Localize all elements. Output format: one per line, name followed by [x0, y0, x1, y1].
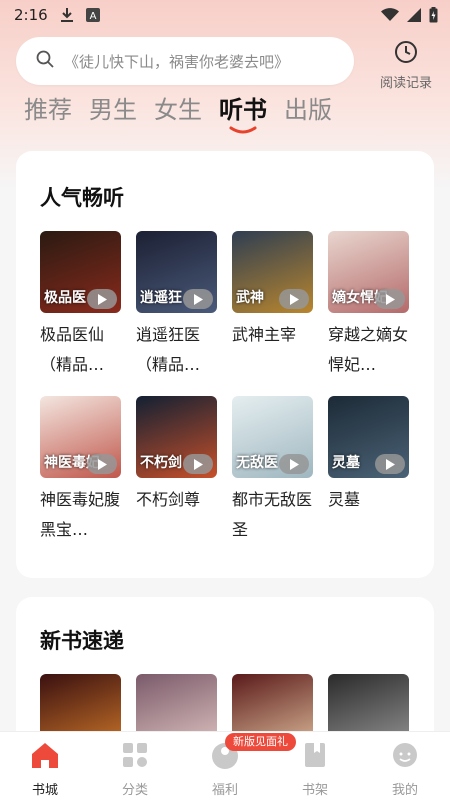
search-bar[interactable]: 《徒儿快下山，祸害你老婆去吧》 [16, 37, 354, 85]
signal-icon [407, 8, 421, 22]
book-title: 不朽剑尊 [136, 490, 201, 509]
cover-lettering: 逍遥狂 [140, 290, 182, 306]
tab-audiobook[interactable]: 听书 [219, 92, 267, 134]
section-title: 人气畅听 [40, 186, 124, 210]
book-grid: 极品医 极品医仙（精品… 逍遥狂 逍遥狂医（精品… 武神 武神主宰 嫡女悍妃 穿越之嫡女悍妃…… [40, 231, 409, 545]
play-icon[interactable] [183, 289, 213, 309]
status-bar: 2:16 A [0, 0, 450, 30]
play-icon[interactable] [87, 289, 117, 309]
book-item[interactable]: 嫡女悍妃穿越之嫡女悍妃… [328, 231, 409, 380]
welfare-badge: 新版见面礼 [225, 733, 296, 751]
bookshelf-icon [302, 741, 328, 773]
play-icon[interactable] [87, 454, 117, 474]
book-item[interactable]: 极品医极品医仙（精品… [40, 231, 121, 380]
book-title: 武神主宰 [232, 325, 297, 344]
status-time: 2:16 [14, 6, 48, 24]
book-title: 灵墓 [328, 490, 361, 509]
nav-category[interactable]: 分类 [90, 732, 180, 800]
book-title: 都市无敌医圣 [232, 490, 313, 539]
home-icon [30, 741, 60, 773]
tab-male[interactable]: 男生 [89, 92, 137, 128]
book-cover[interactable]: 无敌医 [232, 396, 313, 478]
book-cover[interactable]: 灵墓 [328, 396, 409, 478]
book-cover[interactable]: 逍遥狂 [136, 231, 217, 313]
cover-lettering: 不朽剑 [140, 455, 182, 471]
cover-lettering: 无敌医 [236, 455, 278, 471]
book-title: 神医毒妃腹黑宝… [40, 490, 121, 539]
wifi-icon [381, 8, 399, 22]
nav-profile[interactable]: 我的 [360, 732, 450, 800]
section-title: 新书速递 [40, 629, 124, 653]
clock-icon [394, 40, 418, 68]
battery-icon [429, 7, 438, 23]
book-cover[interactable]: 武神 [232, 231, 313, 313]
play-icon[interactable] [279, 454, 309, 474]
tab-female[interactable]: 女生 [154, 92, 202, 128]
cover-lettering: 灵墓 [332, 455, 360, 471]
book-item[interactable]: 逍遥狂逍遥狂医（精品… [136, 231, 217, 380]
nav-bookstore[interactable]: 书城 [0, 732, 90, 800]
cover-lettering: 极品医 [44, 290, 86, 306]
search-placeholder: 《徒儿快下山，祸害你老婆去吧》 [64, 52, 290, 71]
book-item[interactable]: 神医毒妃神医毒妃腹黑宝… [40, 396, 121, 545]
book-title: 穿越之嫡女悍妃… [328, 325, 409, 374]
book-item[interactable]: 无敌医都市无敌医圣 [232, 396, 313, 545]
book-item[interactable]: 灵墓 灵墓 [328, 396, 409, 545]
grid-icon [121, 741, 149, 773]
book-title: 逍遥狂医（精品… [136, 325, 201, 374]
book-cover[interactable]: 嫡女悍妃 [328, 231, 409, 313]
book-item[interactable]: 武神武神主宰 [232, 231, 313, 380]
play-icon[interactable] [279, 289, 309, 309]
category-tabs: 推荐 男生 女生 听书 出版 [24, 92, 332, 136]
profile-icon [391, 741, 419, 773]
book-item[interactable]: 不朽剑不朽剑尊 [136, 396, 217, 545]
book-cover[interactable]: 不朽剑 [136, 396, 217, 478]
tab-publish[interactable]: 出版 [284, 92, 332, 128]
play-icon[interactable] [375, 454, 405, 474]
popular-audio-section: 人气畅听 极品医 极品医仙（精品… 逍遥狂 逍遥狂医（精品… 武神 武神主宰 嫡女悍妃 穿越之… [16, 151, 434, 578]
active-tab-indicator [229, 126, 257, 134]
reading-history-label: 阅读记录 [379, 76, 432, 91]
keyboard-a-icon: A [85, 8, 100, 22]
play-icon[interactable] [183, 454, 213, 474]
book-cover[interactable]: 神医毒妃 [40, 396, 121, 478]
download-icon [60, 7, 74, 23]
search-icon [36, 50, 54, 72]
book-title: 极品医仙（精品… [40, 325, 105, 374]
cover-lettering: 武神 [236, 290, 264, 306]
play-icon[interactable] [375, 289, 405, 309]
book-cover[interactable]: 极品医 [40, 231, 121, 313]
tab-recommend[interactable]: 推荐 [24, 92, 72, 128]
reading-history-button[interactable]: 阅读记录 [368, 40, 444, 91]
svg-text:A: A [89, 11, 96, 22]
